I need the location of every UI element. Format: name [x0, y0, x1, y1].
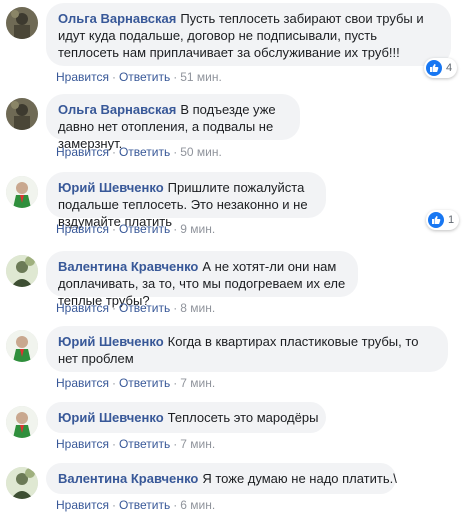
reply-button[interactable]: Ответить [119, 301, 170, 315]
comment-actions: Нравится · Ответить · 8 мин. [56, 301, 216, 315]
comments-list: Ольга Варнавская Пусть теплосеть забирают… [0, 0, 465, 515]
comment: Юрий Шевченко Пришлите пожалуйста подальш… [0, 172, 465, 238]
avatar[interactable] [6, 467, 38, 499]
comment-bubble: Валентина Кравченко Я тоже думаю не надо … [46, 463, 397, 494]
comment-bubble: Ольга Варнавская В подъезде уже давно нет… [46, 94, 300, 151]
reply-button[interactable]: Ответить [119, 376, 170, 390]
reply-button[interactable]: Ответить [119, 70, 170, 84]
avatar[interactable] [6, 406, 38, 438]
timestamp[interactable]: 8 мин. [180, 301, 215, 315]
like-button[interactable]: Нравится [56, 301, 109, 315]
comment-text: Я тоже думаю не надо платить.\ [202, 471, 397, 486]
comment-author[interactable]: Ольга Варнавская [58, 102, 176, 117]
comment-bubble: Юрий Шевченко Пришлите пожалуйста подальш… [46, 172, 326, 229]
timestamp[interactable]: 6 мин. [180, 498, 215, 512]
like-button[interactable]: Нравится [56, 376, 109, 390]
avatar[interactable] [6, 176, 38, 208]
timestamp[interactable]: 51 мин. [180, 70, 222, 84]
timestamp[interactable]: 9 мин. [180, 222, 215, 236]
comment-actions: Нравится · Ответить · 9 мин. [56, 222, 216, 236]
like-button[interactable]: Нравится [56, 145, 109, 159]
reply-button[interactable]: Ответить [119, 222, 170, 236]
like-button[interactable]: Нравится [56, 437, 109, 451]
like-button[interactable]: Нравится [56, 222, 109, 236]
avatar[interactable] [6, 255, 38, 287]
comment-bubble: Валентина Кравченко А не хотят-ли они нам… [46, 251, 358, 308]
comment-actions: Нравится · Ответить · 6 мин. [56, 498, 216, 512]
reaction-count[interactable]: 1 [426, 210, 460, 230]
thumbs-up-icon [426, 60, 442, 76]
like-button[interactable]: Нравится [56, 70, 109, 84]
comment: Юрий Шевченко Когда в квартирах пластиков… [0, 326, 465, 392]
comment-bubble: Юрий Шевченко Когда в квартирах пластиков… [46, 326, 448, 372]
comment-author[interactable]: Юрий Шевченко [58, 180, 164, 195]
comment-author[interactable]: Ольга Варнавская [58, 11, 176, 26]
avatar[interactable] [6, 330, 38, 362]
comment: Валентина Кравченко Я тоже думаю не надо … [0, 463, 465, 513]
comment-bubble: Юрий Шевченко Теплосеть это мародёры [46, 402, 326, 433]
comment: Валентина Кравченко А не хотят-ли они нам… [0, 251, 465, 317]
comment-text: Теплосеть это мародёры [167, 410, 319, 425]
thumbs-up-icon [428, 212, 444, 228]
comment: Юрий Шевченко Теплосеть это мародёры Нрав… [0, 402, 465, 452]
reply-button[interactable]: Ответить [119, 145, 170, 159]
timestamp[interactable]: 50 мин. [180, 145, 222, 159]
reply-button[interactable]: Ответить [119, 498, 170, 512]
avatar[interactable] [6, 98, 38, 130]
avatar[interactable] [6, 7, 38, 39]
comment-actions: Нравится · Ответить · 7 мин. [56, 437, 216, 451]
comment-actions: Нравится · Ответить · 7 мин. [56, 376, 216, 390]
comment-actions: Нравится · Ответить · 51 мин. [56, 70, 222, 84]
timestamp[interactable]: 7 мин. [180, 376, 215, 390]
comment-author[interactable]: Валентина Кравченко [58, 259, 198, 274]
comment-author[interactable]: Валентина Кравченко [58, 471, 198, 486]
reaction-count[interactable]: 4 [424, 58, 458, 78]
reply-button[interactable]: Ответить [119, 437, 170, 451]
comment: Ольга Варнавская Пусть теплосеть забирают… [0, 3, 465, 84]
comment-author[interactable]: Юрий Шевченко [58, 334, 164, 349]
comment-author[interactable]: Юрий Шевченко [58, 410, 164, 425]
comment-actions: Нравится · Ответить · 50 мин. [56, 145, 222, 159]
timestamp[interactable]: 7 мин. [180, 437, 215, 451]
comment-bubble: Ольга Варнавская Пусть теплосеть забирают… [46, 3, 451, 66]
comment: Ольга Варнавская В подъезде уже давно нет… [0, 94, 465, 164]
like-button[interactable]: Нравится [56, 498, 109, 512]
